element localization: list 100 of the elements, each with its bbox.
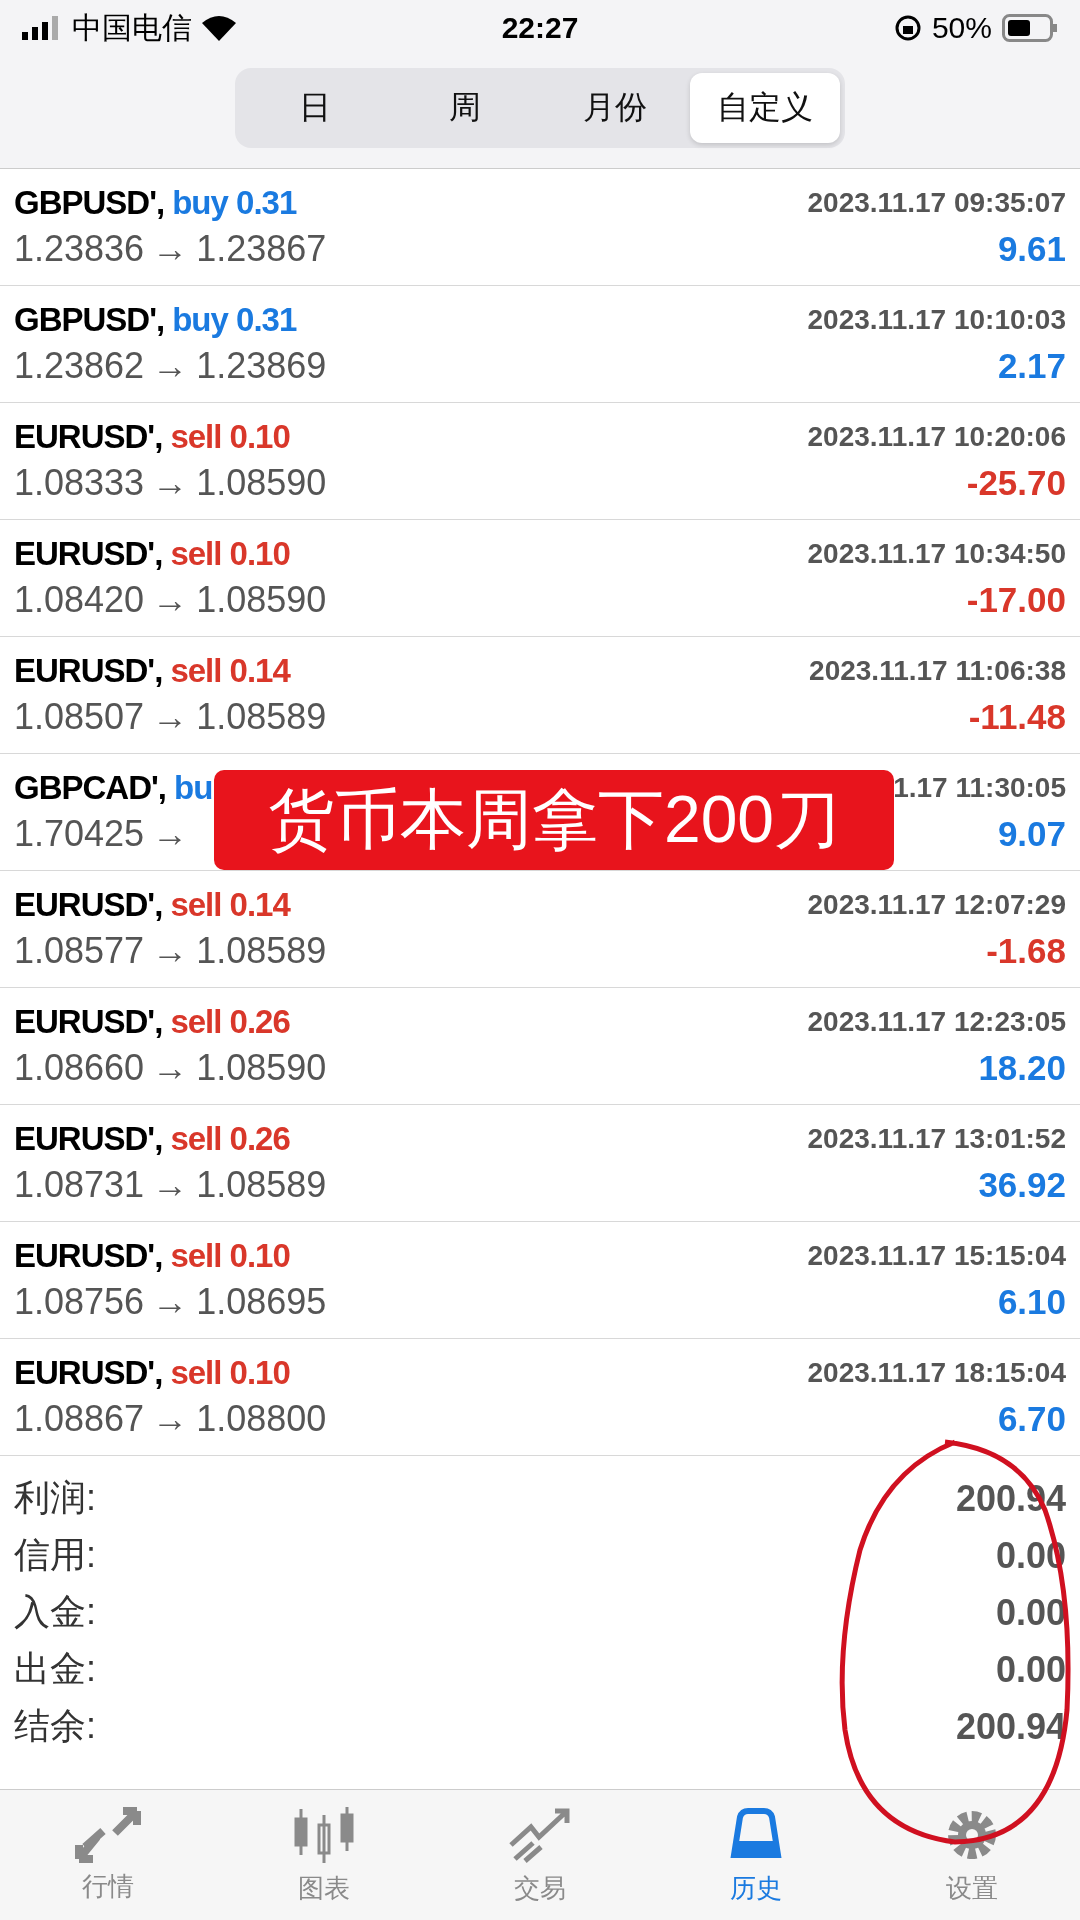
open-price: 1.08867 xyxy=(14,1398,145,1440)
order-type: sell 0.14 xyxy=(170,652,290,690)
order-type: sell 0.10 xyxy=(170,1354,290,1392)
profit: 18.20 xyxy=(978,1048,1066,1088)
profit: 6.70 xyxy=(997,1399,1066,1439)
profit: 9.07 xyxy=(997,814,1066,854)
deal-time: 2023.11.17 12:23:05 xyxy=(807,1006,1066,1038)
profit: -1.68 xyxy=(986,931,1066,971)
nav-tab[interactable]: 行情 xyxy=(0,1790,216,1920)
symbol: EURUSD', xyxy=(14,1354,163,1392)
profit: -17.00 xyxy=(966,580,1066,620)
open-price: 1.08420 xyxy=(14,579,145,621)
summary-label: 入金: xyxy=(14,1590,96,1634)
summary-label: 结余: xyxy=(14,1704,96,1748)
summary-label: 利润: xyxy=(14,1476,96,1520)
close-price: 1.08589 xyxy=(196,1164,327,1206)
clock-time: 22:27 xyxy=(501,11,579,44)
summary-label: 信用: xyxy=(14,1533,96,1577)
deal-time: 1.17 11:30:05 xyxy=(893,772,1066,804)
deal-time: 2023.11.17 12:07:29 xyxy=(807,889,1066,921)
order-type: sell 0.10 xyxy=(170,535,290,573)
symbol: GBPUSD', xyxy=(14,301,165,339)
order-type: sell 0.26 xyxy=(170,1120,290,1158)
deal-time: 2023.11.17 11:06:38 xyxy=(809,655,1066,687)
close-price: 1.23869 xyxy=(196,345,327,387)
deal-time: 2023.11.17 10:34:50 xyxy=(807,538,1066,570)
open-price: 1.08756 xyxy=(14,1281,145,1323)
symbol: EURUSD', xyxy=(14,535,163,573)
order-type: bu xyxy=(174,769,213,807)
close-price: 1.08590 xyxy=(196,579,327,621)
open-price: 1.08660 xyxy=(14,1047,145,1089)
arrow: → xyxy=(152,228,189,270)
open-price: 1.08577 xyxy=(14,930,145,972)
period-tab[interactable]: 日 xyxy=(240,73,390,143)
close-price: 1.08589 xyxy=(196,930,327,972)
deal-time: 2023.11.17 18:15:04 xyxy=(807,1357,1066,1389)
caption-banner: 货币本周拿下200刀 xyxy=(214,770,894,870)
symbol: EURUSD', xyxy=(14,652,163,690)
open-price: 1.23836 xyxy=(14,228,145,270)
symbol: EURUSD', xyxy=(14,1120,163,1158)
order-type: buy 0.31 xyxy=(172,301,297,339)
open-price: 1.08731 xyxy=(14,1164,145,1206)
profit: -25.70 xyxy=(966,463,1066,503)
nav-tab[interactable]: 图表 xyxy=(216,1790,432,1920)
symbol: EURUSD', xyxy=(14,886,163,924)
symbol: EURUSD', xyxy=(14,1003,163,1041)
deal-time: 2023.11.17 10:10:03 xyxy=(807,304,1066,336)
carrier-name: 中国电信 xyxy=(72,9,192,46)
open-price: 1.23862 xyxy=(14,345,145,387)
rotation-lock-icon xyxy=(893,14,922,42)
period-tab[interactable]: 自定义 xyxy=(690,73,840,143)
close-price: 1.23867 xyxy=(196,228,327,270)
order-type: buy 0.31 xyxy=(172,184,297,222)
profit: -11.48 xyxy=(968,697,1066,737)
close-price: 1.08695 xyxy=(196,1281,327,1323)
summary-value: 0.00 xyxy=(995,1591,1066,1634)
summary-label: 出金: xyxy=(14,1647,96,1691)
profit: 9.61 xyxy=(997,229,1066,269)
arrow: → xyxy=(152,696,189,738)
period-tab[interactable]: 周 xyxy=(390,73,540,143)
close-price: 1.08589 xyxy=(196,696,327,738)
arrow: → xyxy=(152,1047,189,1089)
arrow: → xyxy=(152,462,189,504)
nav-tab[interactable]: 设置 xyxy=(864,1790,1080,1920)
profit: 36.92 xyxy=(978,1165,1066,1205)
symbol: EURUSD', xyxy=(14,418,163,456)
wifi-icon xyxy=(202,15,236,41)
deal-time: 2023.11.17 09:35:07 xyxy=(807,187,1066,219)
open-price: 1.08507 xyxy=(14,696,145,738)
nav-tab[interactable]: 历史 xyxy=(648,1790,864,1920)
arrow: → xyxy=(152,579,189,621)
arrow: → xyxy=(152,1281,189,1323)
open-price: 1.08333 xyxy=(14,462,145,504)
summary-value: 0.00 xyxy=(995,1648,1066,1691)
profit: 2.17 xyxy=(997,346,1066,386)
symbol: EURUSD', xyxy=(14,1237,163,1275)
arrow: → xyxy=(152,813,189,855)
battery-percent: 50% xyxy=(931,11,992,45)
arrow: → xyxy=(152,1164,189,1206)
close-price: 1.08590 xyxy=(196,1047,327,1089)
arrow: → xyxy=(152,930,189,972)
deal-time: 2023.11.17 10:20:06 xyxy=(807,421,1066,453)
deal-time: 2023.11.17 15:15:04 xyxy=(807,1240,1066,1272)
period-tab[interactable]: 月份 xyxy=(540,73,690,143)
close-price: 1.08590 xyxy=(196,462,327,504)
order-type: sell 0.10 xyxy=(170,418,290,456)
order-type: sell 0.26 xyxy=(170,1003,290,1041)
arrow: → xyxy=(152,345,189,387)
order-type: sell 0.14 xyxy=(170,886,290,924)
open-price: 1.70425 xyxy=(14,813,145,855)
arrow: → xyxy=(152,1398,189,1440)
summary-value: 200.94 xyxy=(955,1705,1066,1748)
nav-tab[interactable]: 交易 xyxy=(432,1790,648,1920)
deal-time: 2023.11.17 13:01:52 xyxy=(807,1123,1066,1155)
profit: 6.10 xyxy=(997,1282,1066,1322)
arrows-icon xyxy=(75,1806,141,1863)
battery-icon xyxy=(1002,14,1058,42)
symbol: GBPUSD', xyxy=(14,184,165,222)
order-type: sell 0.10 xyxy=(170,1237,290,1275)
symbol: GBPCAD', xyxy=(14,769,167,807)
